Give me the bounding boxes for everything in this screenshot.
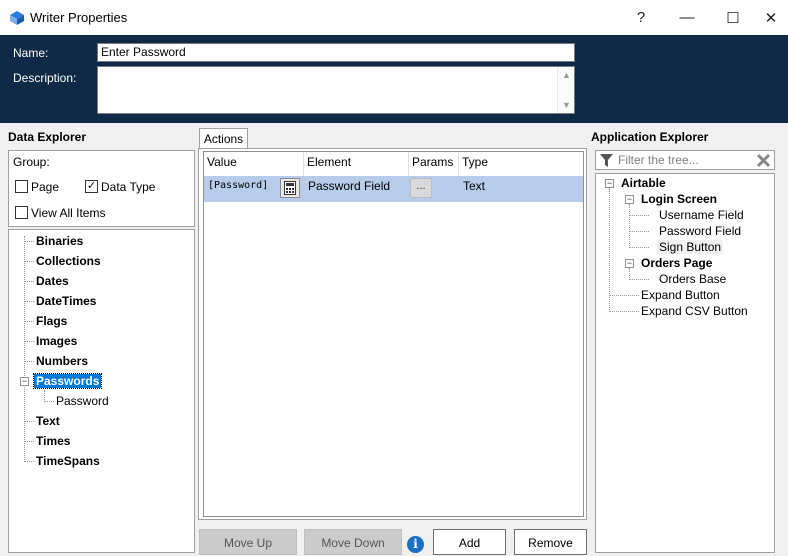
column-header-params[interactable]: Params: [409, 152, 459, 176]
checkmark-icon: ✓: [86, 180, 97, 192]
tree-item-username-field[interactable]: Username Field: [659, 208, 744, 222]
table-row[interactable]: [Password] Password Field ... Text: [204, 176, 583, 202]
data-tree[interactable]: Binaries Collections Dates DateTimes Fla…: [8, 229, 195, 553]
app-icon: [10, 11, 24, 25]
tree-item-sign-button[interactable]: Sign Button: [657, 240, 724, 254]
calculator-icon[interactable]: [280, 178, 300, 198]
tree-item-passwords[interactable]: Passwords: [32, 373, 103, 389]
tree-item-timespans[interactable]: TimeSpans: [36, 454, 100, 468]
tree-item-datetimes[interactable]: DateTimes: [36, 294, 96, 308]
name-label: Name:: [13, 46, 49, 60]
group-label: Group:: [13, 155, 50, 169]
maximize-button[interactable]: ☐: [710, 0, 756, 35]
move-down-button[interactable]: Move Down: [304, 529, 402, 555]
tree-item-orders-base[interactable]: Orders Base: [659, 272, 726, 286]
data-explorer-title: Data Explorer: [8, 130, 87, 144]
tree-item-password[interactable]: Password: [56, 394, 109, 408]
tree-item-expand-csv-button[interactable]: Expand CSV Button: [641, 304, 748, 318]
filter-input[interactable]: Filter the tree...: [595, 150, 775, 170]
add-button[interactable]: Add: [433, 529, 506, 555]
tree-item-expand-button[interactable]: Expand Button: [641, 288, 720, 302]
cell-type[interactable]: Text: [463, 176, 485, 202]
filter-placeholder: Filter the tree...: [618, 153, 699, 167]
tree-item-orders-page[interactable]: Orders Page: [641, 256, 712, 270]
column-header-value[interactable]: Value: [204, 152, 304, 176]
data-type-checkbox-label: Data Type: [101, 180, 156, 194]
view-all-checkbox[interactable]: [15, 206, 28, 219]
cell-value[interactable]: [Password]: [208, 176, 268, 202]
tree-item-login-screen[interactable]: Login Screen: [641, 192, 717, 206]
actions-grid[interactable]: Value Element Params Type [Password] Pas…: [203, 151, 584, 517]
application-explorer-title: Application Explorer: [591, 130, 709, 144]
column-header-type[interactable]: Type: [459, 152, 583, 176]
description-input[interactable]: ▲ ▼: [97, 66, 575, 114]
window-title: Writer Properties: [30, 10, 128, 25]
help-button[interactable]: ?: [618, 0, 664, 35]
remove-button[interactable]: Remove: [514, 529, 587, 555]
collapse-icon[interactable]: −: [625, 259, 634, 268]
page-checkbox[interactable]: [15, 180, 28, 193]
tree-item-text[interactable]: Text: [36, 414, 60, 428]
description-scrollbar[interactable]: ▲ ▼: [557, 67, 574, 113]
column-header-element[interactable]: Element: [304, 152, 409, 176]
move-up-button[interactable]: Move Up: [199, 529, 297, 555]
close-button[interactable]: ✕: [754, 0, 788, 35]
info-icon[interactable]: i: [407, 536, 424, 553]
collapse-icon[interactable]: −: [605, 179, 614, 188]
params-button[interactable]: ...: [410, 178, 432, 198]
application-tree[interactable]: − Airtable − Login Screen Username Field…: [595, 173, 775, 553]
scroll-up-icon[interactable]: ▲: [558, 70, 575, 80]
collapse-icon[interactable]: −: [20, 377, 29, 386]
tree-item-times[interactable]: Times: [36, 434, 70, 448]
tree-item-collections[interactable]: Collections: [36, 254, 101, 268]
cell-element[interactable]: Password Field: [308, 176, 390, 202]
tree-item-password-field[interactable]: Password Field: [659, 224, 741, 238]
filter-icon: [600, 154, 613, 170]
group-box: Group: Page ✓ Data Type View All Items: [8, 150, 195, 227]
scroll-down-icon[interactable]: ▼: [558, 100, 575, 110]
minimize-button[interactable]: —: [664, 0, 710, 35]
description-label: Description:: [13, 71, 77, 85]
title-bar: Writer Properties ? — ☐ ✕: [0, 0, 788, 35]
tree-item-flags[interactable]: Flags: [36, 314, 67, 328]
name-input[interactable]: Enter Password: [97, 43, 575, 62]
tree-item-airtable[interactable]: Airtable: [621, 176, 666, 190]
collapse-icon[interactable]: −: [625, 195, 634, 204]
tree-item-binaries[interactable]: Binaries: [36, 234, 83, 248]
tree-item-numbers[interactable]: Numbers: [36, 354, 88, 368]
clear-filter-icon[interactable]: [756, 153, 771, 171]
page-checkbox-label: Page: [31, 180, 60, 194]
tree-item-images[interactable]: Images: [36, 334, 77, 348]
tree-item-dates[interactable]: Dates: [36, 274, 69, 288]
view-all-checkbox-label: View All Items: [31, 206, 106, 220]
tab-actions[interactable]: Actions: [199, 128, 248, 149]
data-type-checkbox[interactable]: ✓: [85, 180, 98, 193]
